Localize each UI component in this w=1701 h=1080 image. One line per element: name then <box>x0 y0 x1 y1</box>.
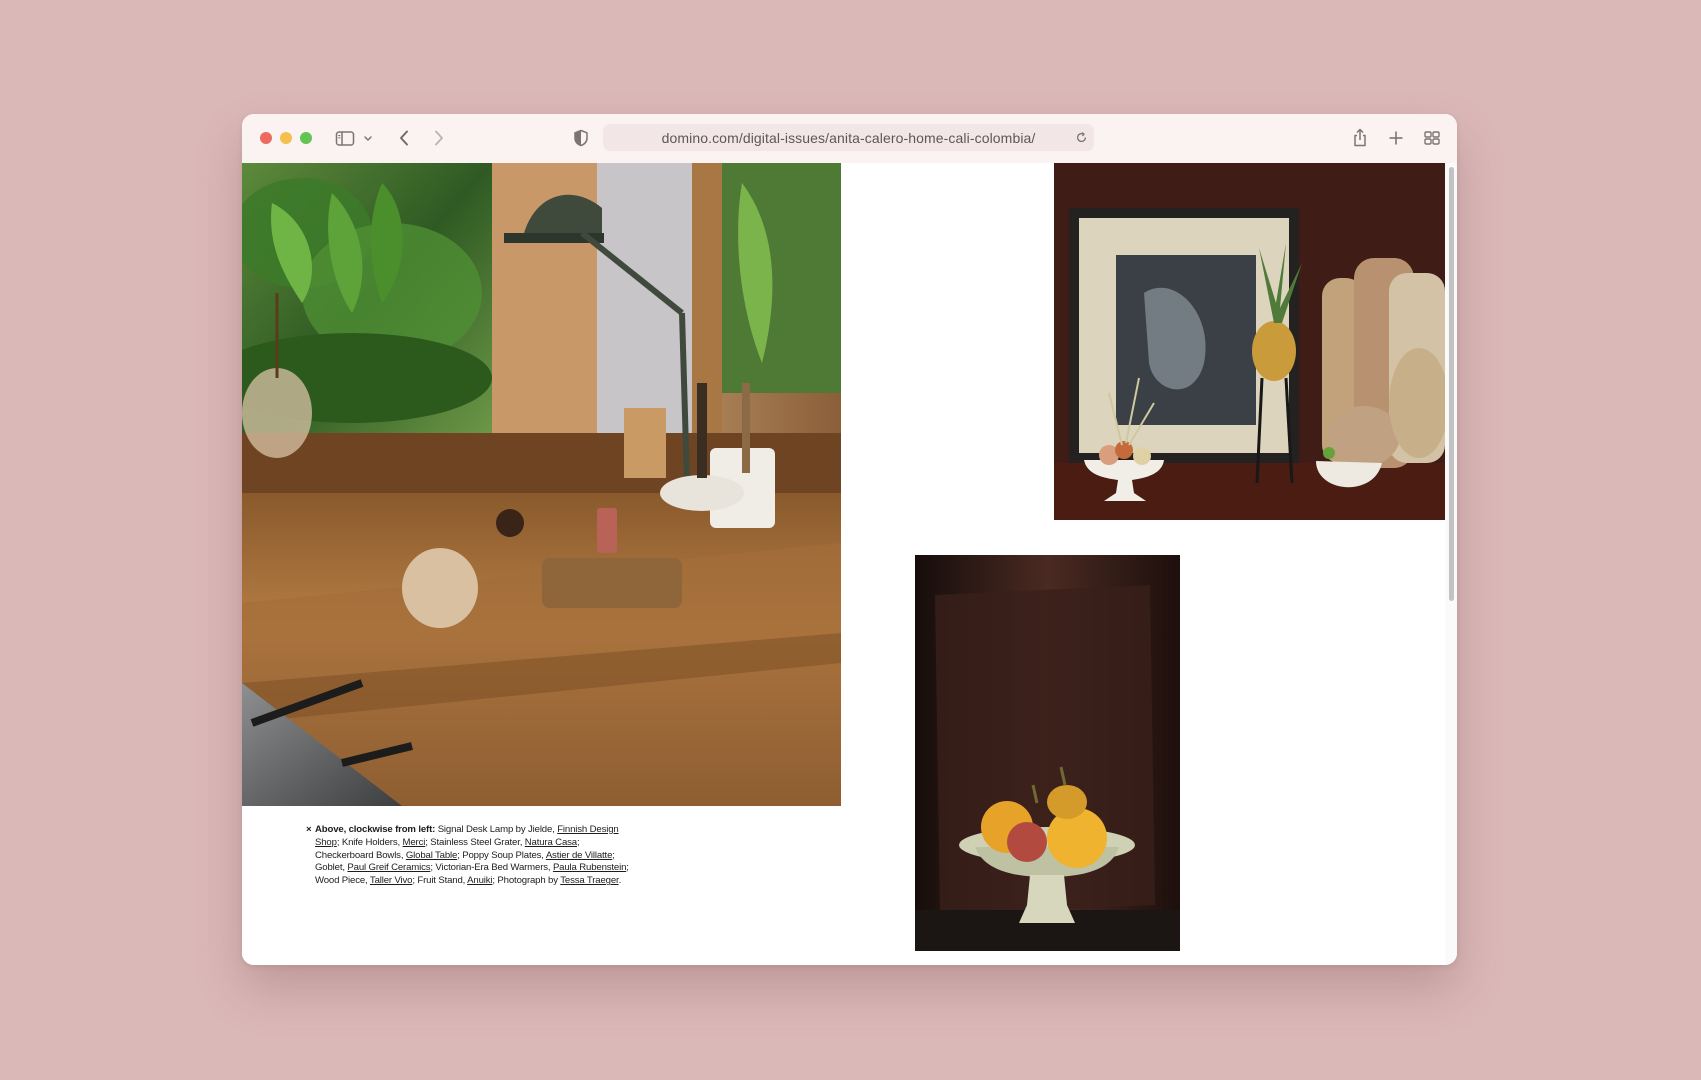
vertical-scrollbar[interactable] <box>1445 163 1457 965</box>
url-text: domino.com/digital-issues/anita-calero-h… <box>661 130 1036 146</box>
minimize-window-button[interactable] <box>280 132 292 144</box>
credit-text: ; Victorian-Era Bed Warmers, <box>430 862 553 874</box>
credit-link[interactable]: Astier de Villatte <box>546 850 613 861</box>
credit-link[interactable]: Merci <box>403 837 426 848</box>
new-tab-plus-icon[interactable] <box>1387 127 1405 149</box>
browser-toolbar: domino.com/digital-issues/anita-calero-h… <box>242 114 1457 164</box>
credit-link[interactable]: Taller Vivo <box>370 875 413 886</box>
zoom-window-button[interactable] <box>300 132 312 144</box>
browser-window: domino.com/digital-issues/anita-calero-h… <box>242 114 1457 965</box>
address-bar[interactable]: domino.com/digital-issues/anita-calero-h… <box>603 124 1094 151</box>
credit-text: ; Poppy Soup Plates, <box>457 849 546 861</box>
credit-link[interactable]: Paula Rubenstein <box>553 862 626 873</box>
credit-link[interactable]: Global Table <box>406 850 458 861</box>
photo-credits-caption: × Above, clockwise from left: Signal Des… <box>306 824 640 888</box>
credit-text: ; Fruit Stand, <box>412 875 468 887</box>
caption-lead: Above, clockwise from left: <box>315 824 436 835</box>
credit-text: ; Knife Holders, <box>336 836 403 848</box>
credit-link[interactable]: Paul Greif Ceramics <box>347 862 430 873</box>
article-page: × Above, clockwise from left: Signal Des… <box>242 163 1445 965</box>
credit-link[interactable]: Tessa Traeger <box>560 875 618 886</box>
credit-link[interactable]: Anuiki <box>467 875 492 886</box>
sidebar-toggle-icon[interactable] <box>334 127 356 149</box>
back-arrow-icon[interactable] <box>396 127 412 149</box>
framed-print-still-life-photo <box>1054 163 1445 520</box>
chevron-down-icon[interactable] <box>363 127 373 149</box>
credit-text: ; Photograph by <box>492 875 561 887</box>
credit-text: Signal Desk Lamp by Jielde, <box>437 824 558 835</box>
privacy-shield-icon[interactable] <box>572 127 590 149</box>
close-window-button[interactable] <box>260 132 272 144</box>
reload-icon[interactable] <box>1075 131 1088 144</box>
scrollbar-thumb[interactable] <box>1449 167 1454 601</box>
fruit-stand-photo <box>915 555 1180 951</box>
caption-marker: × <box>306 824 312 835</box>
kitchen-counter-photo <box>242 163 841 806</box>
forward-arrow-icon[interactable] <box>431 127 447 149</box>
credit-text: . <box>618 875 622 887</box>
tab-overview-icon[interactable] <box>1422 127 1442 149</box>
credit-link[interactable]: Natura Casa <box>525 837 577 848</box>
credit-text: ; Stainless Steel Grater, <box>425 836 525 848</box>
share-icon[interactable] <box>1350 127 1370 149</box>
